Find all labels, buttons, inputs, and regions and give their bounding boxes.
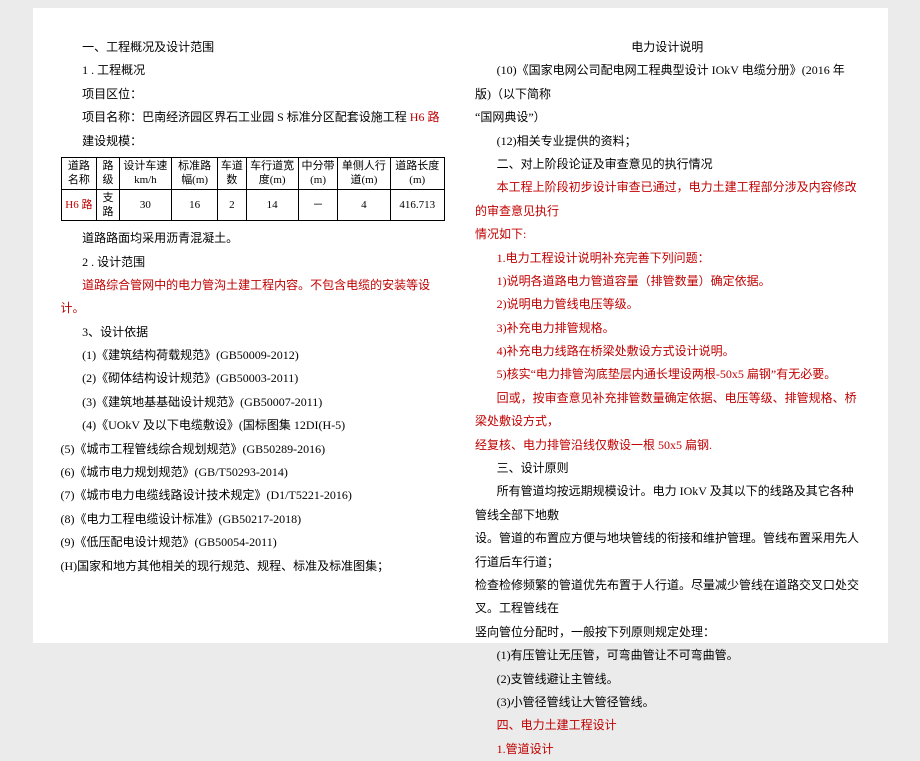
td-road-level: 支路	[97, 189, 119, 221]
th-median: 中分带(m)	[298, 157, 338, 189]
design-rule-3: (3)小管径管线让大管径管线。	[475, 691, 860, 714]
ref-7: (7)《城市电力电缆线路设计技术规定》(D1/T5221-2016)	[61, 484, 446, 507]
design-principle-3: 检查检修频繁的管道优先布置于人行道。尽量减少管线在道路交叉口处交叉。工程管线在	[475, 574, 860, 621]
surface-text: 道路路面均采用沥青混凝土。	[61, 227, 446, 250]
heading-1-1: 1 . 工程概况	[61, 59, 446, 82]
ref-10a: (10)《国家电网公司配电网工程典型设计 IOkV 电缆分册》(2016 年版)…	[475, 59, 860, 106]
design-principle-1: 所有管道均按远期规模设计。电力 IOkV 及其以下的线路及其它各种管线全部下地敷	[475, 480, 860, 527]
review-item-1-5: 5)核实“电力排管沟底垫层内通长埋设两根-50x5 扁钢”有无必要。	[475, 363, 860, 386]
ref-3: (3)《建筑地基基础设计规范》(GB50007-2011)	[61, 391, 446, 414]
ref-h: (H)国家和地方其他相关的现行规范、规程、标准及标准图集；	[61, 555, 446, 578]
design-principle-2: 设。管道的布置应方便与地块管线的衔接和维护管理。管线布置采用先人行道后车行道；	[475, 527, 860, 574]
project-name-value: 巴南经济园区界石工业园 S 标准分区配套设施工程	[142, 110, 410, 124]
ref-5: (5)《城市工程管线综合规划规范》(GB50289-2016)	[61, 438, 446, 461]
th-length: 道路长度(m)	[390, 157, 445, 189]
table-row: H6 路 支路 30 16 2 14 － 4 416.713	[61, 189, 445, 221]
ref-6: (6)《城市电力规划规范》(GB/T50293-2014)	[61, 461, 446, 484]
td-sidewalk: 4	[338, 189, 390, 221]
review-item-1-2: 2)说明电力管线电压等级。	[475, 293, 860, 316]
heading-1-2: 2 . 设计范围	[61, 251, 446, 274]
heading-sec4: 四、电力土建工程设计	[475, 714, 860, 737]
review-item-1: 1.电力工程设计说明补充完善下列问题：	[475, 247, 860, 270]
review-text-2: 情况如下:	[475, 223, 860, 246]
ref-9: (9)《低压配电设计规范》(GB50054-2011)	[61, 531, 446, 554]
project-name: 项目名称：巴南经济园区界石工业园 S 标准分区配套设施工程 H6 路	[61, 106, 446, 129]
td-length: 416.713	[390, 189, 445, 221]
th-speed: 设计车速km/h	[119, 157, 172, 189]
project-name-label: 项目名称：	[82, 110, 142, 124]
ref-2: (2)《砌体结构设计规范》(GB50003-2011)	[61, 367, 446, 390]
doc-title: 电力设计说明	[475, 36, 860, 59]
reply-2: 经复核、电力排管沿线仅敷设一根 50x5 扁钢.	[475, 434, 860, 457]
th-lane-width: 车行道宽度(m)	[246, 157, 298, 189]
design-rule-1: (1)有压管让无压管，可弯曲管让不可弯曲管。	[475, 644, 860, 667]
td-median: －	[298, 189, 338, 221]
td-speed: 30	[119, 189, 172, 221]
heading-sec1: 一、工程概况及设计范围	[61, 36, 446, 59]
th-width: 标准路幅(m)	[172, 157, 218, 189]
td-lanes: 2	[218, 189, 247, 221]
ref-10b: “国网典设”）	[475, 106, 860, 129]
heading-sec3: 三、设计原则	[475, 457, 860, 480]
th-road-name: 道路名称	[61, 157, 97, 189]
review-item-1-3: 3)补充电力排管规格。	[475, 317, 860, 340]
scale-label: 建设规模：	[61, 130, 446, 153]
review-item-1-1: 1)说明各道路电力管道容量（排管数量）确定依据。	[475, 270, 860, 293]
project-name-road: H6 路	[410, 110, 440, 124]
ref-12: (12)相关专业提供的资料；	[475, 130, 860, 153]
design-principle-4: 竖向管位分配时，一般按下列原则规定处理：	[475, 621, 860, 644]
review-item-1-4: 4)补充电力线路在桥梁处敷设方式设计说明。	[475, 340, 860, 363]
review-text-1: 本工程上阶段初步设计审查已通过，电力土建工程部分涉及内容修改的审查意见执行	[475, 176, 860, 223]
design-rule-2: (2)支管线避让主管线。	[475, 668, 860, 691]
ref-1: (1)《建筑结构荷载规范》(GB50009-2012)	[61, 344, 446, 367]
th-road-level: 路级	[97, 157, 119, 189]
td-lane-width: 14	[246, 189, 298, 221]
table-header-row: 道路名称 路级 设计车速km/h 标准路幅(m) 车道数 车行道宽度(m) 中分…	[61, 157, 445, 189]
right-column: 电力设计说明 (10)《国家电网公司配电网工程典型设计 IOkV 电缆分册》(2…	[475, 36, 860, 633]
left-column: 一、工程概况及设计范围 1 . 工程概况 项目区位： 项目名称：巴南经济园区界石…	[61, 36, 446, 633]
td-road-name: H6 路	[61, 189, 97, 221]
scope-text: 道路综合管网中的电力管沟土建工程内容。不包含电缆的安装等设计。	[61, 274, 446, 321]
document-page: 一、工程概况及设计范围 1 . 工程概况 项目区位： 项目名称：巴南经济园区界石…	[33, 8, 888, 643]
project-location: 项目区位：	[61, 83, 446, 106]
ref-4: (4)《UOkV 及以下电缆敷设》(国标图集 12DI(H-5)	[61, 414, 446, 437]
heading-sec2: 二、对上阶段论证及审查意见的执行情况	[475, 153, 860, 176]
road-spec-table: 道路名称 路级 设计车速km/h 标准路幅(m) 车道数 车行道宽度(m) 中分…	[61, 157, 446, 221]
th-lanes: 车道数	[218, 157, 247, 189]
reply-1: 回或，按审查意见补充排管数量确定依据、电压等级、排管规格、桥梁处敷设方式，	[475, 387, 860, 434]
heading-1-3: 3、设计依据	[61, 321, 446, 344]
th-sidewalk: 单侧人行道(m)	[338, 157, 390, 189]
td-width: 16	[172, 189, 218, 221]
heading-4-1: 1.管道设计	[475, 738, 860, 761]
ref-8: (8)《电力工程电缆设计标准》(GB50217-2018)	[61, 508, 446, 531]
